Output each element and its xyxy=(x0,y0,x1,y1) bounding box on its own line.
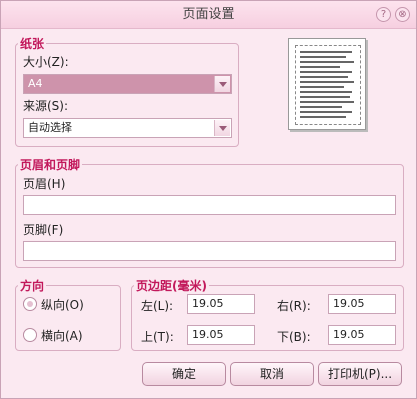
page-setup-dialog: 页面设置 ? ⊗ 纸张 大小(Z): A4 来源(S): 自动选择 页眉和页脚 … xyxy=(0,0,417,399)
margin-right-input[interactable]: 19.05 xyxy=(328,294,396,314)
portrait-radio[interactable] xyxy=(23,297,37,311)
title-bar: 页面设置 ? ⊗ xyxy=(1,1,416,29)
cancel-button[interactable]: 取消 xyxy=(230,362,314,386)
paper-source-label: 来源(S): xyxy=(23,99,69,113)
paper-source-value: 自动选择 xyxy=(28,121,72,134)
help-icon[interactable]: ? xyxy=(376,7,391,22)
landscape-label[interactable]: 横向(A) xyxy=(41,327,83,344)
portrait-label[interactable]: 纵向(O) xyxy=(41,296,84,313)
dialog-title: 页面设置 xyxy=(182,7,235,22)
chevron-down-icon[interactable] xyxy=(214,120,230,136)
margin-bottom-input[interactable]: 19.05 xyxy=(328,325,396,345)
header-label: 页眉(H) xyxy=(23,177,66,191)
margin-top-label: 上(T): xyxy=(141,330,174,344)
landscape-radio[interactable] xyxy=(23,328,37,342)
preview-margin-area xyxy=(295,45,361,125)
margin-left-label: 左(L): xyxy=(141,299,174,313)
margin-top-input[interactable]: 19.05 xyxy=(187,325,255,345)
orientation-legend: 方向 xyxy=(20,279,45,293)
margin-bottom-label: 下(B): xyxy=(277,330,311,344)
printer-button[interactable]: 打印机(P)... xyxy=(318,362,402,386)
paper-size-label: 大小(Z): xyxy=(23,55,69,69)
chevron-down-icon[interactable] xyxy=(214,76,230,92)
paper-size-select[interactable]: A4 xyxy=(23,74,232,94)
header-input[interactable] xyxy=(23,195,396,215)
paper-source-select[interactable]: 自动选择 xyxy=(23,118,232,138)
paper-size-value: A4 xyxy=(28,77,43,90)
paper-legend: 纸张 xyxy=(20,37,45,51)
close-icon[interactable]: ⊗ xyxy=(395,7,410,22)
ok-button[interactable]: 确定 xyxy=(142,362,226,386)
margins-legend: 页边距(毫米) xyxy=(136,279,207,293)
footer-label: 页脚(F) xyxy=(23,223,64,237)
page-preview xyxy=(288,38,366,130)
margin-right-label: 右(R): xyxy=(277,299,311,313)
footer-input[interactable] xyxy=(23,241,396,261)
header-footer-legend: 页眉和页脚 xyxy=(20,158,81,172)
margin-left-input[interactable]: 19.05 xyxy=(187,294,255,314)
